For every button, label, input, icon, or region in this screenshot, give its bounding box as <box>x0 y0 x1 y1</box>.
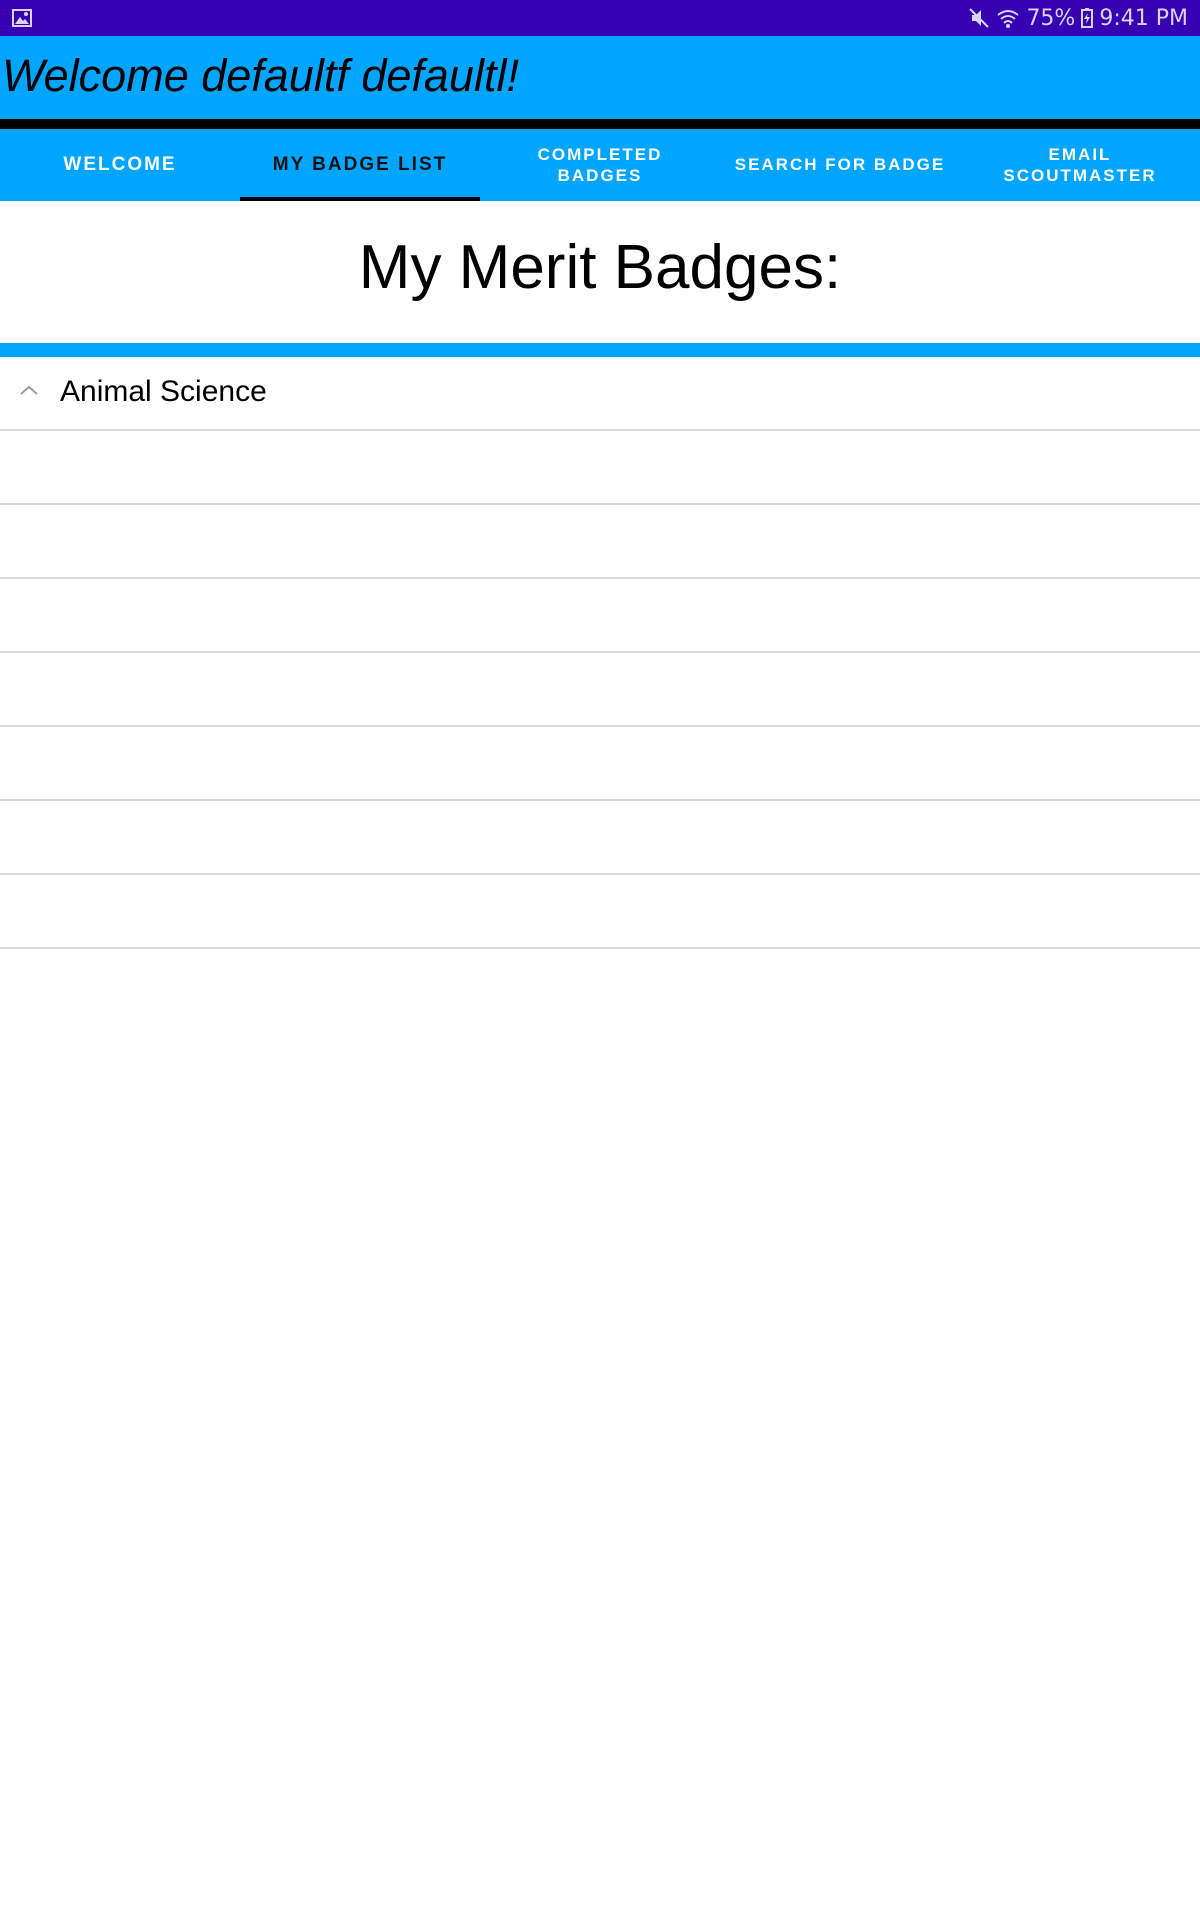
list-item[interactable] <box>0 875 1200 949</box>
list-item-label: Animal Science <box>60 375 267 408</box>
tab-search-for-badge[interactable]: SEARCH FOR BADGE <box>720 129 960 201</box>
tab-welcome-label: WELCOME <box>63 154 177 175</box>
tab-email-scoutmaster[interactable]: EMAIL SCOUTMASTER <box>960 129 1200 201</box>
list-item[interactable] <box>0 505 1200 579</box>
list-item[interactable] <box>0 579 1200 653</box>
header-divider <box>0 119 1200 129</box>
heading-divider <box>0 343 1200 357</box>
clock: 9:41 PM <box>1099 5 1188 31</box>
tab-my-badge-list[interactable]: MY BADGE LIST <box>240 129 480 201</box>
tab-bar: WELCOME MY BADGE LIST COMPLETED BADGES S… <box>0 129 1200 201</box>
list-item[interactable] <box>0 653 1200 727</box>
battery-icon <box>1081 8 1094 28</box>
tab-my-badge-list-label: MY BADGE LIST <box>272 154 448 175</box>
list-item[interactable]: Animal Science <box>0 357 1200 431</box>
app-header: Welcome defaultf defaultl! <box>0 36 1200 119</box>
wifi-icon <box>997 10 1020 28</box>
tab-email-scoutmaster-label-line2: SCOUTMASTER <box>1003 166 1157 185</box>
tab-completed-badges-label-line1: COMPLETED <box>537 145 663 164</box>
app-title: Welcome defaultf defaultl! <box>2 50 519 101</box>
tab-completed-badges[interactable]: COMPLETED BADGES <box>480 129 720 201</box>
mute-icon <box>969 8 990 28</box>
list-item[interactable] <box>0 431 1200 505</box>
status-right: 75% 9:41 PM <box>968 0 1188 36</box>
chevron-up-icon[interactable] <box>18 383 40 397</box>
battery-percent: 75% <box>1026 5 1076 31</box>
tab-search-for-badge-label: SEARCH FOR BADGE <box>734 155 946 174</box>
tab-email-scoutmaster-label-line1: EMAIL <box>1048 145 1112 164</box>
tab-welcome[interactable]: WELCOME <box>0 129 240 201</box>
list-item[interactable] <box>0 727 1200 801</box>
tab-completed-badges-label-line2: BADGES <box>557 166 643 185</box>
list-item[interactable] <box>0 801 1200 875</box>
badge-list: Animal Science <box>0 357 1200 949</box>
status-bar: 75% 9:41 PM <box>0 0 1200 36</box>
image-icon <box>12 9 32 27</box>
page-title: My Merit Badges: <box>358 233 842 302</box>
